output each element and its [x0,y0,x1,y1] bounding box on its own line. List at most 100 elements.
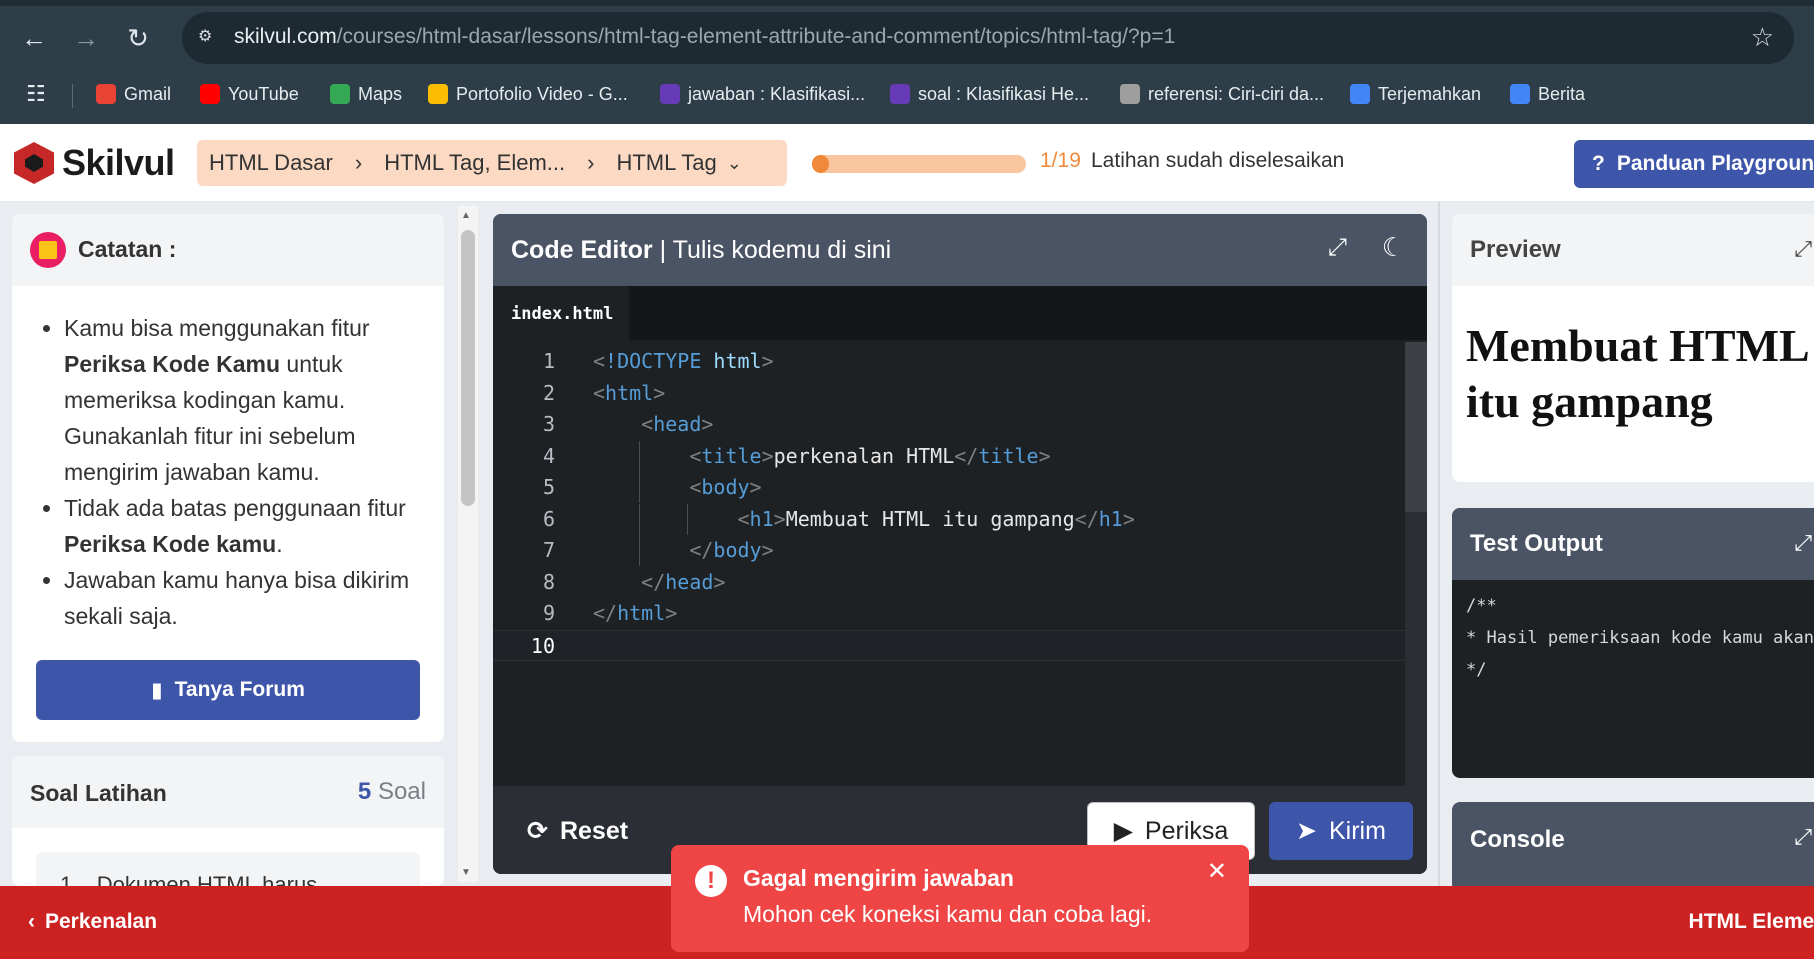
exercise-panel: Soal Latihan 5 Soal 1 Dokumen HTML harus [12,756,444,886]
code-line[interactable]: 8 </head> [493,567,1409,598]
indent-guide [639,440,640,472]
code-line[interactable]: 6 <h1>Membuat HTML itu gampang</h1> [493,503,1409,535]
progress-fill [812,155,830,173]
line-number: 4 [542,443,555,468]
bookmark-item[interactable]: Terjemahkan [1350,82,1481,106]
code-line[interactable]: 3 <head> [493,409,1409,440]
code-text: </html> [593,601,678,625]
expand-icon[interactable]: ⤢ [1794,236,1812,262]
panel-divider[interactable] [1438,202,1440,886]
line-number: 7 [542,538,555,562]
console-panel[interactable]: Console ⤢ [1452,802,1814,892]
code-area[interactable]: 1 <!DOCTYPE html> 2 <html> 3 <head> 4 <title>… [493,344,1409,784]
code-line[interactable]: 4 <title>perkenalan HTML</title> [493,440,1409,472]
next-lesson-link[interactable]: HTML Element [1689,910,1814,934]
bookmark-label: referensi: Ciri-ciri da... [1148,83,1325,104]
breadcrumb-item[interactable]: HTML Dasar [209,150,333,176]
notes-panel: Catatan : Kamu bisa menggunakan fitur Pe… [12,214,444,742]
address-bar[interactable]: ⚙ skilvul.com/courses/html-dasar/lessons… [182,12,1794,64]
bookmark-item[interactable]: Berita [1510,82,1585,106]
app-header: Skilvul HTML Dasar › HTML Tag, Elem... ›… [0,124,1814,202]
chevron-down-icon[interactable]: ⌄ [727,153,742,174]
bookmark-item[interactable]: soal : Klasifikasi He... [890,82,1089,106]
bookmark-label: soal : Klasifikasi He... [918,83,1090,104]
notes-header: Catatan : [12,214,444,286]
site-info-icon[interactable]: ⚙ [198,26,224,50]
moon-icon[interactable]: ☾ [1382,232,1405,263]
test-output-header: Test Output ⤢ [1452,508,1814,580]
reset-button[interactable]: ⟳ Reset [527,816,628,846]
news-icon [1510,84,1530,104]
exercise-count: 5 Soal [357,778,426,805]
indent-guide [639,503,640,535]
forward-icon[interactable]: → [68,20,104,56]
expand-icon[interactable]: ⤢ [1794,530,1812,556]
close-icon[interactable]: ✕ [1207,857,1227,886]
code-line[interactable]: 10 [493,629,1409,661]
guide-button[interactable]: ? Panduan Playground [1574,140,1814,188]
editor-header: Code Editor | Tulis kodemu di sini ⤢ ☾ [493,214,1427,286]
reload-icon[interactable]: ↻ [120,20,156,56]
line-number: 3 [542,412,555,436]
exercise-item[interactable]: 1 Dokumen HTML harus [36,852,420,886]
maps-icon [330,84,350,104]
scroll-thumb[interactable] [461,230,475,506]
code-line[interactable]: 2 <html> [493,378,1409,409]
notes-list: Kamu bisa menggunakan fitur Periksa Kode… [40,310,430,634]
code-line[interactable]: 1 <!DOCTYPE html> [493,346,1409,377]
breadcrumb-item[interactable]: HTML Tag, Elem... [384,150,565,176]
code-text: <h1>Membuat HTML itu gampang</h1> [737,506,1135,531]
chevron-right-icon: › [354,150,363,175]
reset-icon: ⟳ [527,817,548,845]
bookmarks-bar: ☷ Gmail YouTube Maps Portofolio Video - G..… [0,74,1814,112]
bookmark-item[interactable]: referensi: Ciri-ciri da... [1120,82,1324,106]
youtube-icon [200,84,220,104]
gmail-icon [96,84,116,104]
left-scrollbar[interactable]: ▲ ▼ [458,206,478,882]
breadcrumb-item[interactable]: HTML Tag [616,150,716,176]
note-icon [30,232,66,268]
file-tab[interactable]: index.html [493,286,629,340]
code-text: <title>perkenalan HTML</title> [689,443,1051,468]
line-number: 8 [542,569,555,594]
line-number: 6 [542,506,555,531]
test-output-title: Test Output [1470,530,1603,557]
apps-grid-icon[interactable]: ☷ [26,81,46,106]
indent-guide [687,503,688,535]
scroll-down-icon[interactable]: ▼ [461,867,471,878]
test-output-panel: Test Output ⤢ /** * Hasil pemeriksaan ko… [1452,508,1814,778]
note-item: Kamu bisa menggunakan fitur Periksa Kode… [64,310,430,490]
code-line[interactable]: 7 </body> [493,535,1409,566]
editor-scroll-thumb[interactable] [1405,342,1427,512]
bookmark-item[interactable]: YouTube [200,82,299,106]
test-output-text: /** * Hasil pemeriksaan kode kamu akan m… [1466,596,1814,680]
bookmark-item[interactable]: Gmail [96,82,171,106]
skilvul-logo[interactable]: Skilvul [14,142,175,184]
bookmark-label: YouTube [228,83,299,104]
preview-title: Preview [1470,236,1561,263]
code-line[interactable]: 9 </html> [493,598,1409,629]
bookmark-label: Portofolio Video - G... [456,83,628,104]
bookmark-item[interactable]: jawaban : Klasifikasi... [660,82,865,106]
prev-lesson-link[interactable]: ‹ Perkenalan [28,910,157,934]
code-line[interactable]: 5 <body> [493,472,1409,503]
scroll-up-icon[interactable]: ▲ [461,210,471,221]
translate-icon [1350,84,1370,104]
editor-scrollbar[interactable] [1405,342,1427,786]
bookmark-item[interactable]: Portofolio Video - G... [428,82,628,106]
expand-icon[interactable]: ⤢ [1794,824,1812,850]
bookmark-star-icon[interactable]: ☆ [1751,22,1774,53]
code-text: </body> [689,538,774,562]
url-text[interactable]: skilvul.com/courses/html-dasar/lessons/h… [234,25,1175,49]
logo-icon [14,142,54,184]
chevron-right-icon: › [587,150,595,175]
submit-button[interactable]: ➤ Kirim [1269,802,1413,860]
forum-button[interactable]: ▮ Tanya Forum [36,660,420,720]
back-icon[interactable]: ← [16,20,52,56]
toast-title: Gagal mengirim jawaban [743,865,1014,891]
line-number: 2 [542,380,555,405]
bookmark-label: Maps [358,83,403,104]
progress-label: Latihan sudah diselesaikan [1091,149,1345,172]
bookmark-item[interactable]: Maps [330,82,402,106]
expand-icon[interactable]: ⤢ [1328,234,1347,262]
